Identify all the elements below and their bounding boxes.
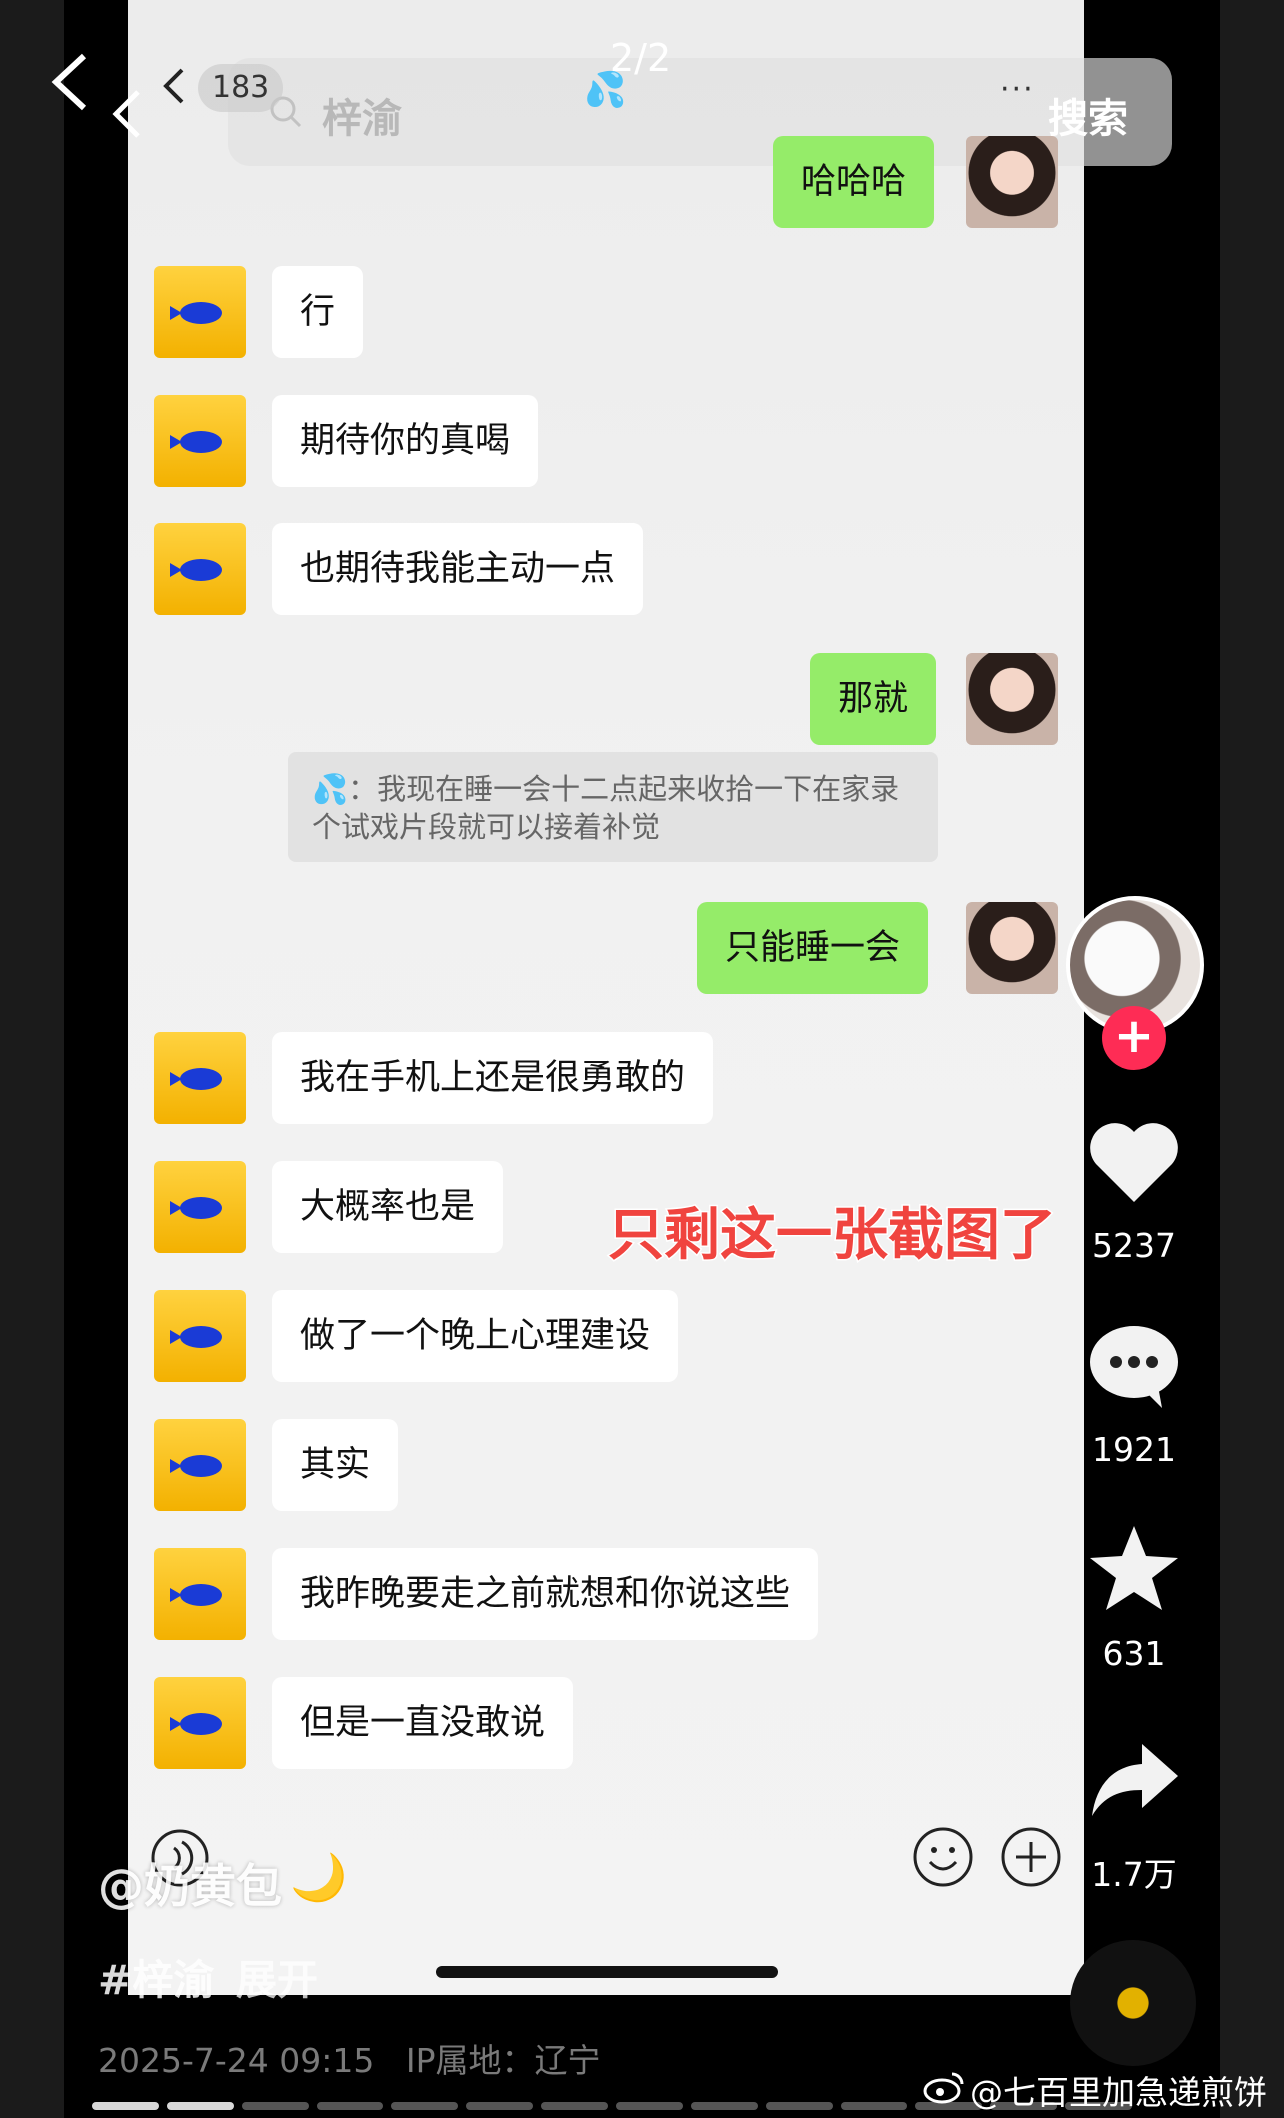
unread-badge: 183	[198, 64, 284, 112]
more-icon[interactable]: ···	[1000, 72, 1035, 107]
search-button[interactable]: 搜索	[1048, 86, 1128, 144]
moon-emoji: 🌙	[290, 1850, 348, 1904]
self-avatar[interactable]	[966, 653, 1058, 745]
sweat-emoji: 💦	[584, 70, 627, 110]
quote-prefix: 💦：	[312, 772, 378, 806]
message-bubble-contact[interactable]: 其实	[272, 1419, 399, 1511]
overlay-caption: 只剩这一张截图了	[607, 1202, 1058, 1270]
viewer-back-icon[interactable]	[50, 52, 90, 112]
ip-location: IP属地：辽宁	[405, 2041, 601, 2080]
chat-back-icon	[162, 66, 186, 110]
message-bubble-contact[interactable]: 期待你的真喝	[272, 395, 539, 487]
author-handle[interactable]: @奶黄包	[98, 1850, 282, 1916]
contact-avatar[interactable]	[154, 266, 246, 358]
message-bubble-contact[interactable]: 大概率也是	[272, 1161, 504, 1253]
message-bubble-contact[interactable]: 我昨晚要走之前就想和你说这些	[272, 1548, 819, 1640]
like-count: 5237	[1092, 1226, 1176, 1265]
message-bubble-contact[interactable]: 做了一个晚上心理建设	[272, 1290, 679, 1382]
comment-count: 1921	[1092, 1430, 1176, 1469]
hashtag[interactable]: #梓渝	[98, 1946, 214, 2006]
follow-button[interactable]: +	[1102, 1006, 1166, 1070]
post-meta: 2025-7-24 09:15 IP属地：辽宁	[98, 2034, 601, 2082]
message-bubble-contact[interactable]: 行	[272, 266, 364, 358]
self-avatar[interactable]	[966, 136, 1058, 228]
quote-text: 我现在睡一会十二点起来收拾一下在家录个试戏片段就可以接着补觉	[312, 772, 900, 844]
favorite-count: 631	[1102, 1634, 1166, 1673]
star-icon[interactable]	[1086, 1522, 1182, 1618]
message-bubble-contact[interactable]: 也期待我能主动一点	[272, 523, 644, 615]
comment-icon[interactable]	[1086, 1322, 1182, 1414]
contact-avatar[interactable]	[154, 1677, 246, 1769]
message-bubble-self[interactable]: 哈哈哈	[773, 136, 935, 228]
weibo-icon	[922, 2070, 966, 2108]
share-count: 1.7万	[1091, 1855, 1177, 1894]
contact-avatar[interactable]	[154, 1032, 246, 1124]
contact-avatar[interactable]	[154, 523, 246, 615]
contact-avatar[interactable]	[154, 1419, 246, 1511]
plus-icon[interactable]	[1000, 1826, 1062, 1892]
post-datetime: 2025-7-24 09:15	[98, 2041, 375, 2080]
contact-avatar[interactable]	[154, 1548, 246, 1640]
contact-avatar[interactable]	[154, 395, 246, 487]
contact-avatar[interactable]	[154, 1290, 246, 1382]
self-avatar[interactable]	[966, 902, 1058, 994]
expand-button[interactable]: 展开	[236, 1946, 318, 2006]
contact-avatar[interactable]	[154, 1161, 246, 1253]
watermark: @七百里加急递煎饼	[970, 2073, 1267, 2112]
home-indicator	[436, 1966, 778, 1978]
emoji-icon[interactable]	[912, 1826, 974, 1892]
share-icon[interactable]	[1086, 1740, 1182, 1824]
message-bubble-self[interactable]: 只能睡一会	[697, 902, 929, 994]
quoted-message[interactable]: 💦：我现在睡一会十二点起来收拾一下在家录个试戏片段就可以接着补觉	[288, 752, 938, 862]
heart-icon[interactable]	[1086, 1118, 1182, 1210]
search-query: 梓渝	[322, 96, 402, 142]
message-bubble-contact[interactable]: 但是一直没敢说	[272, 1677, 574, 1769]
message-bubble-contact[interactable]: 我在手机上还是很勇敢的	[272, 1032, 714, 1124]
message-bubble-self[interactable]: 那就	[810, 653, 937, 745]
back-icon[interactable]	[112, 88, 142, 140]
music-disc[interactable]	[1070, 1940, 1196, 2066]
